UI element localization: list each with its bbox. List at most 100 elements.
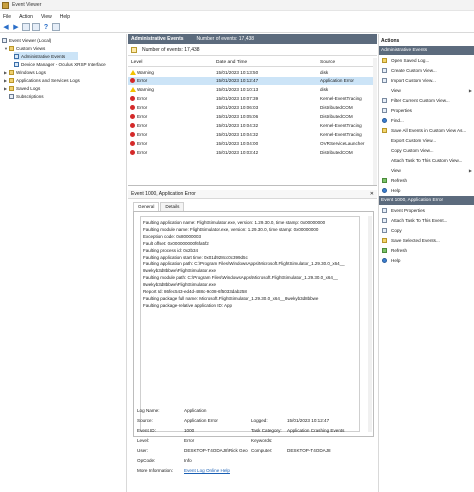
close-icon[interactable]: ✕ [370, 191, 374, 197]
cell-date: 15/01/2023 10:07:39 [216, 96, 259, 102]
action-copy[interactable]: Copy [379, 226, 474, 235]
chevron-right-icon[interactable]: ▶ [4, 70, 8, 75]
action-open-saved-log[interactable]: Open Saved Log... [379, 56, 474, 65]
task-icon [382, 218, 387, 223]
filter-icon [131, 47, 137, 53]
show-hide-tree-icon[interactable] [22, 23, 30, 31]
tree-item-windows-logs[interactable]: ▶ Windows Logs [4, 68, 46, 76]
action-label: Export Custom View... [391, 138, 437, 143]
actions-section-administrative-events[interactable]: Administrative Events [379, 46, 474, 55]
action-label: Help [391, 188, 401, 193]
action-view[interactable]: View ▶ [379, 166, 474, 175]
table-row[interactable]: Error 15/01/2023 10:07:39 Kernel-EventTrac… [128, 95, 377, 103]
message-line: Faulting package full name: Microsoft.Fl… [143, 295, 319, 301]
chevron-right-icon[interactable]: ▶ [4, 78, 8, 83]
table-row[interactable]: Error 15/01/2023 10:04:32 Kernel-EventTrac… [128, 121, 377, 129]
prop-level: Error [184, 438, 195, 443]
event-message[interactable]: Faulting application name: FlightSimulat… [140, 216, 360, 432]
action-label: Find... [391, 118, 404, 123]
cell-level: Error [137, 114, 148, 119]
prop-log-name: Application [184, 408, 207, 413]
cell-source: Application Error [320, 78, 354, 84]
actions-section-event-1000[interactable]: Event 1000, Application Error [379, 196, 474, 205]
action-save-all-events-in-custom-view-as[interactable]: Save All Events in Custom View As... [379, 126, 474, 135]
detail-tabs: General Details [133, 202, 185, 211]
table-row[interactable]: Error 15/01/2023 10:06:03 DistributedCOM [128, 104, 377, 112]
action-attach-task-to-this-event[interactable]: Attach Task To This Event... [379, 216, 474, 225]
table-row[interactable]: Error 15/01/2023 10:05:06 DistributedCOM [128, 113, 377, 121]
prop-label-computer: Computer: [251, 448, 273, 453]
tab-details[interactable]: Details [160, 202, 185, 211]
action-refresh[interactable]: Refresh [379, 176, 474, 185]
action-view[interactable]: View ▶ [379, 86, 474, 95]
tree-item-applications-services-logs[interactable]: ▶ Applications and Services Logs [4, 76, 80, 84]
action-label: Copy [391, 228, 402, 233]
action-filter-current-custom-view[interactable]: Filter Current Custom View... [379, 96, 474, 105]
action-refresh[interactable]: Refresh [379, 246, 474, 255]
filter-icon [382, 68, 387, 73]
chevron-down-icon[interactable]: ▼ [4, 46, 8, 51]
back-arrow-icon[interactable]: ◀ [2, 23, 10, 31]
action-label: Save Selected Events... [391, 238, 440, 243]
tree-item-administrative-events[interactable]: Administrative Events [14, 52, 78, 60]
action-label: Refresh [391, 248, 408, 253]
table-row[interactable]: Error 15/01/2023 10:12:47 Application Erro… [128, 76, 377, 85]
table-row[interactable]: Warning 15/01/2023 10:10:13 disk [128, 86, 377, 94]
action-event-properties[interactable]: Event Properties [379, 206, 474, 215]
action-import-custom-view[interactable]: Import Custom View... [379, 76, 474, 85]
menu-help[interactable]: Help [60, 14, 70, 20]
error-icon [130, 105, 135, 111]
grid-scrollbar[interactable] [373, 58, 377, 185]
column-header-level[interactable]: Level [131, 60, 142, 65]
action-copy-custom-view[interactable]: Copy Custom View... [379, 146, 474, 155]
action-label: Refresh [391, 178, 408, 183]
tab-general[interactable]: General [133, 202, 160, 211]
menu-action[interactable]: Action [19, 14, 33, 20]
tree-item-subscriptions[interactable]: Subscriptions [9, 92, 44, 100]
cell-level: Error [137, 105, 148, 111]
folder-icon [9, 45, 14, 51]
menu-file[interactable]: File [3, 14, 11, 20]
column-header-source[interactable]: Source [320, 60, 335, 65]
help-icon[interactable]: ? [42, 23, 50, 31]
action-save-selected-events[interactable]: Save Selected Events... [379, 236, 474, 245]
table-row[interactable]: Error 15/01/2023 10:04:32 Kernel-EventTrac… [128, 130, 377, 138]
cell-date: 15/01/2023 10:04:32 [216, 122, 259, 128]
action-create-custom-view[interactable]: Create Custom View... [379, 66, 474, 75]
detail-scrollbar[interactable] [368, 216, 372, 432]
event-log-online-help-link[interactable]: Event Log Online Help [184, 468, 230, 473]
column-header-date[interactable]: Date and Time [216, 60, 247, 65]
table-row[interactable]: Error 15/01/2023 10:04:00 OVRServiceLaunch… [128, 139, 377, 147]
action-help[interactable]: Help [379, 186, 474, 195]
blank-icon [382, 138, 387, 143]
table-row[interactable]: Warning 15/01/2023 10:13:50 disk [128, 68, 377, 76]
tree-item-event-viewer-local[interactable]: Event Viewer (Local) [2, 36, 51, 44]
prop-label-source: Source: [137, 418, 153, 423]
cell-date: 15/01/2023 10:04:00 [216, 140, 259, 146]
cell-source: DistributedCOM [320, 105, 353, 111]
blank-icon [382, 88, 387, 93]
event-viewer-icon [2, 1, 9, 9]
error-icon [130, 149, 135, 155]
cell-level: Error [137, 78, 148, 84]
menu-view[interactable]: View [41, 14, 52, 20]
action-label: Import Custom View... [391, 78, 436, 83]
action-properties[interactable]: Properties [379, 106, 474, 115]
summary-row: Number of events: 17,438 [128, 45, 377, 56]
chevron-right-icon[interactable]: ▶ [4, 86, 8, 91]
grid-header: Level Date and Time Source [128, 58, 377, 67]
forward-arrow-icon[interactable]: ▶ [12, 23, 20, 31]
tree-item-custom-views[interactable]: ▼ Custom Views [4, 44, 45, 52]
action-find[interactable]: Find... [379, 116, 474, 125]
show-hide-action-pane-icon[interactable] [52, 23, 60, 31]
action-attach-task-to-this-custom-view[interactable]: Attach Task To This Custom View... [379, 156, 474, 165]
warning-icon [130, 87, 136, 93]
save-icon [382, 238, 387, 243]
action-help[interactable]: Help [379, 256, 474, 265]
properties-icon[interactable] [32, 23, 40, 31]
tree-item-saved-logs[interactable]: ▶ Saved Logs [4, 84, 40, 92]
action-export-custom-view[interactable]: Export Custom View... [379, 136, 474, 145]
table-row[interactable]: Error 15/01/2023 10:03:42 DistributedCOM [128, 148, 377, 156]
tree-item-device-manager-oculus[interactable]: Device Manager - Oculus XRSP Interface [14, 60, 106, 68]
cell-level: Error [137, 131, 148, 137]
